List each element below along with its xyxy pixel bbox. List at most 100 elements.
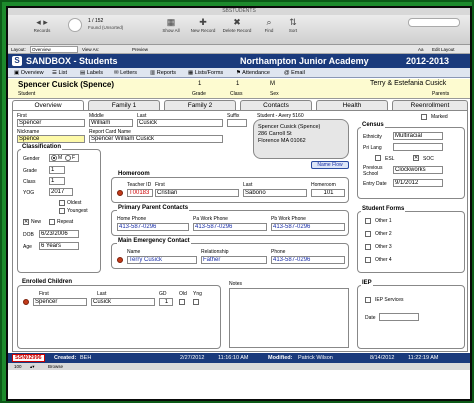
suffix-field[interactable] bbox=[227, 119, 247, 127]
layout-select[interactable]: Overview bbox=[30, 46, 78, 53]
iep-date-field[interactable] bbox=[379, 313, 419, 321]
font-size-button[interactable]: Aa bbox=[418, 45, 424, 54]
quick-find-input[interactable] bbox=[408, 18, 460, 27]
sort-button[interactable]: ⇅ Sort bbox=[278, 17, 308, 33]
child-yng-checkbox[interactable] bbox=[193, 299, 199, 305]
other-2-checkbox[interactable] bbox=[365, 231, 371, 237]
layout-bar: Layout: Overview View As: Preview Aa Edi… bbox=[8, 45, 470, 54]
relationship-field[interactable]: Father bbox=[201, 256, 267, 264]
middle-name-field[interactable]: William bbox=[89, 119, 133, 127]
address-label-box: Spencer Cusick (Spence) 286 Carroll St F… bbox=[253, 119, 349, 159]
teacher-id-field[interactable]: T00183 bbox=[127, 189, 153, 197]
grade-caption: Grade bbox=[192, 91, 206, 97]
edit-layout-button[interactable]: Edit Layout bbox=[432, 45, 455, 54]
nav-attendance[interactable]: ⚑ Attendance bbox=[236, 68, 270, 78]
nav-lists-forms[interactable]: ▦ Lists/Forms bbox=[188, 68, 223, 78]
other-3-checkbox[interactable] bbox=[365, 244, 371, 250]
record-arrows-icon: ◂ ▸ bbox=[36, 17, 48, 27]
nav-labels[interactable]: ▤ Labels bbox=[80, 68, 103, 78]
pb-work-phone-field[interactable]: 413-587-0296 bbox=[271, 223, 345, 231]
homeroom-number-field[interactable]: 101 bbox=[311, 189, 345, 197]
age-field[interactable]: 6 Years bbox=[39, 242, 79, 250]
ethnicity-field[interactable]: Multiracial bbox=[393, 132, 443, 140]
nav-email[interactable]: @ Email bbox=[284, 68, 305, 78]
zoom-level[interactable]: 100 bbox=[14, 363, 22, 370]
youngest-checkbox[interactable] bbox=[59, 208, 65, 214]
yog-field[interactable]: 2017 bbox=[49, 188, 73, 196]
nav-email-label: Email bbox=[291, 70, 305, 76]
other-4-checkbox[interactable] bbox=[365, 257, 371, 263]
gender-f-radio[interactable] bbox=[65, 155, 71, 161]
modified-label: Modified: bbox=[268, 355, 293, 361]
emergency-phone-label: Phone bbox=[271, 249, 286, 255]
records-navigator[interactable]: ◂ ▸ Records bbox=[20, 17, 64, 33]
school-year: 2012-2013 bbox=[406, 56, 450, 66]
notes-field[interactable] bbox=[229, 288, 349, 348]
tab-health[interactable]: Health bbox=[316, 100, 388, 110]
other-1-label: Other 1 bbox=[375, 218, 392, 224]
table-row[interactable]: Spencer Cusick 1 bbox=[21, 298, 217, 307]
zoom-icon[interactable]: ▴▾ bbox=[30, 363, 35, 370]
show-all-button[interactable]: ▦ Show All bbox=[156, 17, 186, 33]
teacher-first-field[interactable]: Cristian bbox=[155, 189, 239, 197]
marked-checkbox[interactable] bbox=[421, 114, 427, 120]
address-line-3: Florence MA 01062 bbox=[258, 138, 306, 144]
app-window: SBSTUDENTS ◂ ▸ Records 1 / 152 Found (Un… bbox=[6, 6, 472, 401]
oldest-checkbox[interactable] bbox=[59, 200, 65, 206]
census-title: Census bbox=[361, 122, 385, 128]
emergency-name-label: Name bbox=[127, 249, 141, 255]
home-phone-field[interactable]: 413-587-0296 bbox=[117, 223, 189, 231]
record-position: 1 / 152 bbox=[88, 18, 104, 24]
student-forms-title: Student Forms bbox=[361, 206, 406, 212]
first-name-field[interactable]: Spencer bbox=[17, 119, 85, 127]
teacher-last-field[interactable]: Saborio bbox=[243, 189, 307, 197]
pb-work-phone-label: Pb Work Phone bbox=[271, 216, 306, 222]
new-checkbox[interactable]: ✕ bbox=[23, 219, 29, 225]
repeat-checkbox[interactable] bbox=[49, 219, 55, 225]
delete-record-button[interactable]: ✖ Delete Record bbox=[222, 17, 252, 33]
nav-reports-label: Reports bbox=[156, 70, 176, 76]
soc-checkbox[interactable]: ✕ bbox=[413, 155, 419, 161]
record-id: SSN02996 bbox=[12, 354, 45, 362]
nav-attendance-label: Attendance bbox=[242, 70, 270, 76]
name-flow-button[interactable]: Name Flow bbox=[311, 161, 349, 169]
tab-reenrollment[interactable]: Reenrollment bbox=[392, 100, 468, 110]
tab-contacts[interactable]: Contacts bbox=[240, 100, 312, 110]
nickname-field[interactable]: Spence bbox=[17, 135, 85, 143]
child-first-cell: Spencer bbox=[33, 298, 87, 306]
previous-school-field[interactable]: Clockworks bbox=[393, 166, 443, 174]
find-label: Find bbox=[264, 28, 274, 33]
child-old-checkbox[interactable] bbox=[179, 299, 185, 305]
nav-list[interactable]: ☰ List bbox=[52, 68, 67, 78]
nav-letters[interactable]: ✉ Letters bbox=[114, 68, 137, 78]
sort-icon: ⇅ bbox=[289, 17, 297, 27]
teacher-id-label: Teacher ID bbox=[127, 182, 152, 188]
student-label: Student bbox=[18, 91, 36, 97]
dob-field[interactable]: 6/23/2006 bbox=[39, 230, 79, 238]
report-card-name-field[interactable]: Spencer William Cusick bbox=[89, 135, 223, 143]
iep-services-checkbox[interactable] bbox=[365, 297, 371, 303]
entry-date-field[interactable]: 9/1/2012 bbox=[393, 179, 443, 187]
preview-button[interactable]: Preview bbox=[132, 45, 148, 54]
status-bar: 100 ▴▾ Browse bbox=[8, 363, 470, 370]
tab-family-1[interactable]: Family 1 bbox=[88, 100, 160, 110]
grade-field[interactable]: 1 bbox=[49, 166, 65, 174]
emergency-phone-field[interactable]: 413-587-0296 bbox=[271, 256, 345, 264]
class-field[interactable]: 1 bbox=[49, 177, 65, 185]
gender-m-radio[interactable] bbox=[51, 155, 57, 161]
emergency-name-field[interactable]: Terry Cusick bbox=[127, 256, 197, 264]
tab-family-2[interactable]: Family 2 bbox=[164, 100, 236, 110]
school-name: Northampton Junior Academy bbox=[240, 56, 369, 66]
child-status-icon bbox=[23, 299, 29, 305]
last-name-field[interactable]: Cusick bbox=[137, 119, 223, 127]
nav-overview[interactable]: ▣ Overview bbox=[14, 68, 44, 78]
nav-reports[interactable]: ▥ Reports bbox=[150, 68, 176, 78]
esl-checkbox[interactable] bbox=[375, 155, 381, 161]
other-1-checkbox[interactable] bbox=[365, 218, 371, 224]
pa-work-phone-field[interactable]: 413-587-0296 bbox=[193, 223, 267, 231]
pri-lang-field[interactable] bbox=[393, 143, 443, 151]
parents-name: Terry & Estefania Cusick bbox=[370, 80, 447, 87]
new-record-button[interactable]: ✚ New Record bbox=[188, 17, 218, 33]
child-first-header: First bbox=[39, 291, 49, 297]
record-slider-icon[interactable] bbox=[68, 18, 82, 32]
